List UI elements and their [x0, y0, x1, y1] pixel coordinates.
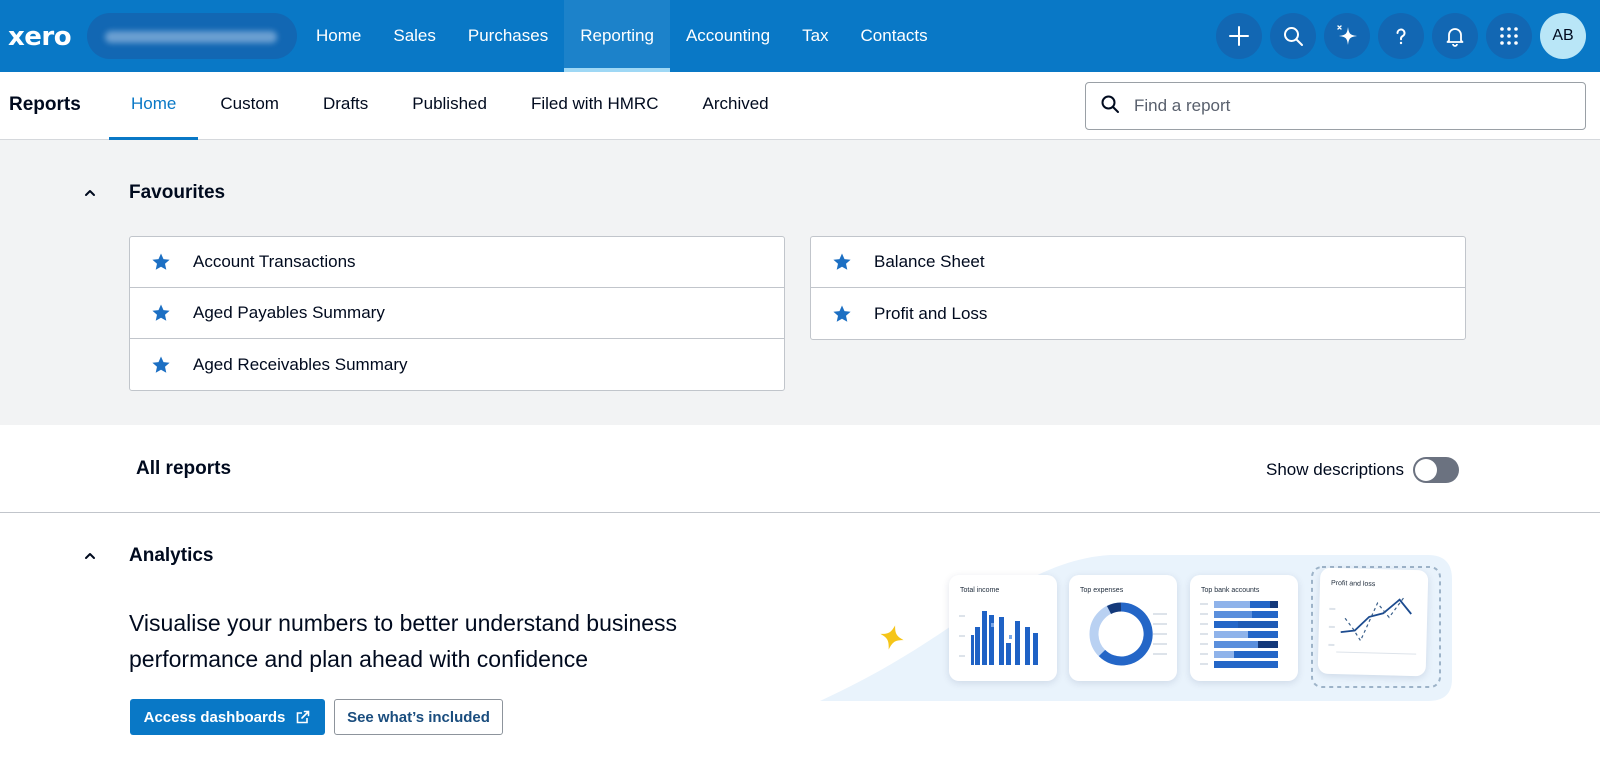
- find-report-input[interactable]: [1134, 96, 1554, 116]
- external-link-icon: [297, 710, 310, 724]
- all-reports-header: All reports Show descriptions: [0, 425, 1600, 513]
- tab-filed-with-hmrc[interactable]: Filed with HMRC: [509, 72, 681, 140]
- top-navigation-bar: xero Home Sales Purchases Reporting Acco…: [0, 0, 1600, 72]
- organisation-switcher[interactable]: [87, 13, 297, 59]
- show-descriptions-toggle[interactable]: [1413, 457, 1459, 483]
- main-nav: Home Sales Purchases Reporting Accountin…: [300, 0, 944, 72]
- access-dashboards-button[interactable]: Access dashboards: [130, 699, 325, 735]
- reports-tabs: Home Custom Drafts Published Filed with …: [109, 72, 791, 140]
- star-icon[interactable]: [151, 355, 171, 375]
- nav-purchases[interactable]: Purchases: [452, 0, 564, 72]
- toggle-knob: [1415, 459, 1437, 481]
- tab-drafts[interactable]: Drafts: [301, 72, 390, 140]
- find-report-search: [1085, 82, 1586, 130]
- chevron-up-icon[interactable]: [80, 183, 100, 203]
- analytics-description: Visualise your numbers to better underst…: [129, 610, 678, 672]
- analytics-title: Analytics: [129, 545, 214, 566]
- report-name: Aged Payables Summary: [193, 303, 385, 322]
- tab-published[interactable]: Published: [390, 72, 509, 140]
- nav-reporting[interactable]: Reporting: [564, 0, 670, 72]
- favourite-report-item[interactable]: Balance Sheet: [811, 237, 1465, 288]
- report-name: Profit and Loss: [874, 303, 988, 323]
- stacked-bar-icon: [1200, 601, 1278, 668]
- tab-custom[interactable]: Custom: [198, 72, 301, 140]
- line-chart-icon: [1328, 597, 1417, 655]
- sparkle-icon[interactable]: [1324, 13, 1370, 59]
- star-icon[interactable]: [151, 252, 171, 272]
- top-bank-accounts-card: Top bank accounts: [1190, 575, 1298, 681]
- report-name: Account Transactions: [193, 252, 356, 271]
- help-icon[interactable]: [1378, 13, 1424, 59]
- top-expenses-card: Top expenses: [1069, 575, 1177, 681]
- user-avatar[interactable]: AB: [1540, 13, 1586, 59]
- favourites-title: Favourites: [129, 182, 226, 203]
- nav-home[interactable]: Home: [300, 0, 377, 72]
- nav-tax[interactable]: Tax: [786, 0, 844, 72]
- all-reports-title: All reports: [136, 458, 232, 479]
- star-icon[interactable]: [832, 252, 852, 272]
- bell-icon[interactable]: [1432, 13, 1478, 59]
- total-income-card: Total income: [949, 575, 1057, 681]
- analytics-section: Analytics Visualise your numbers to bett…: [0, 513, 1600, 773]
- tab-archived[interactable]: Archived: [680, 72, 790, 140]
- page-title: Reports: [9, 94, 81, 115]
- report-name: Balance Sheet: [874, 252, 985, 271]
- profit-and-loss-card: Profit and loss: [1317, 567, 1429, 677]
- organisation-name-redacted: [105, 31, 277, 43]
- favourites-list-left: Account Transactions Aged Payables Summa…: [129, 236, 785, 391]
- show-descriptions-label: Show descriptions: [1266, 460, 1404, 479]
- star-icon[interactable]: [832, 304, 852, 324]
- favourite-report-item[interactable]: Account Transactions: [130, 237, 784, 288]
- donut-chart-icon: [1089, 602, 1167, 666]
- see-whats-included-button[interactable]: See what’s included: [334, 699, 503, 735]
- search-icon: [1100, 94, 1120, 119]
- favourite-report-item[interactable]: Profit and Loss: [811, 288, 1465, 339]
- favourites-section: Favourites Account Transactions Aged Pay…: [0, 140, 1600, 425]
- favourites-list-right: Balance Sheet Profit and Loss: [810, 236, 1466, 340]
- favourite-report-item[interactable]: Aged Receivables Summary: [130, 339, 784, 390]
- plus-icon[interactable]: [1216, 13, 1262, 59]
- nav-sales[interactable]: Sales: [377, 0, 452, 72]
- tab-home[interactable]: Home: [109, 72, 199, 140]
- analytics-header: Analytics: [80, 545, 213, 567]
- xero-logo[interactable]: xero: [8, 22, 72, 52]
- favourites-header: Favourites: [80, 182, 225, 204]
- nav-icon-group: AB: [1216, 13, 1586, 59]
- access-dashboards-label: Access dashboards: [143, 708, 286, 726]
- bar-chart-icon: [959, 611, 1038, 665]
- search-icon[interactable]: [1270, 13, 1316, 59]
- report-name: Aged Receivables Summary: [193, 354, 408, 374]
- analytics-illustration: Total income Top expenses Top bank accou…: [820, 553, 1452, 703]
- chevron-up-icon[interactable]: [80, 546, 100, 566]
- nav-contacts[interactable]: Contacts: [845, 0, 944, 72]
- star-icon[interactable]: [151, 303, 171, 323]
- favourite-report-item[interactable]: Aged Payables Summary: [130, 288, 784, 339]
- apps-grid-icon[interactable]: [1486, 13, 1532, 59]
- nav-accounting[interactable]: Accounting: [670, 0, 786, 72]
- reports-subnav: Reports Home Custom Drafts Published Fil…: [0, 72, 1600, 140]
